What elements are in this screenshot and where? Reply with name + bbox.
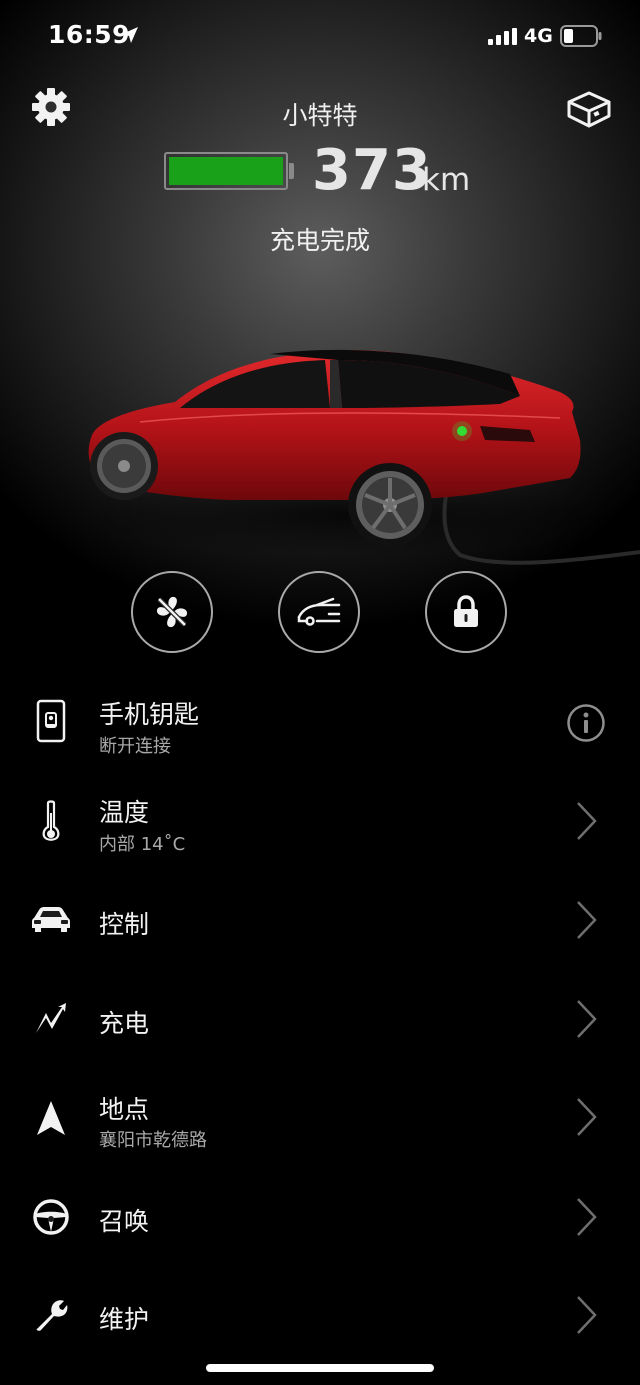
menu-row-climate[interactable]: 温度 内部 14˚C: [0, 790, 640, 880]
climate-title: 温度: [99, 798, 150, 827]
range-unit: km: [422, 162, 471, 198]
wrench-icon: [28, 1292, 74, 1338]
battery-level-bar: [164, 152, 288, 190]
summon-title: 召唤: [99, 1207, 150, 1236]
trunk-button[interactable]: [278, 571, 360, 653]
chevron-right-icon: [577, 1000, 597, 1038]
chevron-right-icon: [577, 802, 597, 840]
thermometer-icon: [28, 798, 74, 844]
menu-row-charging[interactable]: 充电: [0, 974, 640, 1064]
charging-title: 充电: [99, 1009, 150, 1038]
menu-row-location[interactable]: 地点 襄阳市乾德路: [0, 1088, 640, 1178]
menu-row-summon[interactable]: 召唤: [0, 1172, 640, 1262]
location-services-icon: [122, 27, 138, 43]
battery-terminal: [289, 163, 294, 179]
car-image: [80, 349, 640, 565]
steering-wheel-icon: [28, 1194, 74, 1240]
service-title: 维护: [99, 1305, 150, 1334]
navigation-arrow-icon: [28, 1095, 74, 1141]
phone-key-title: 手机钥匙: [99, 700, 200, 729]
fan-icon: [156, 596, 188, 628]
chevron-right-icon: [577, 1098, 597, 1136]
lock-icon: [454, 595, 478, 627]
home-indicator[interactable]: [206, 1364, 434, 1372]
climate-fan-button[interactable]: [131, 571, 213, 653]
bolt-icon: [28, 996, 74, 1042]
chevron-right-icon: [577, 1198, 597, 1236]
network-type: 4G: [524, 25, 553, 47]
menu-row-service[interactable]: 维护: [0, 1270, 640, 1360]
info-icon[interactable]: [566, 703, 606, 743]
phone-battery-icon: [560, 25, 602, 47]
phone-key-subtitle: 断开连接: [99, 736, 171, 757]
lock-button[interactable]: [425, 571, 507, 653]
charge-status: 充电完成: [269, 226, 370, 255]
climate-subtitle: 内部 14˚C: [99, 834, 186, 855]
menu-row-phone-key[interactable]: 手机钥匙 断开连接: [0, 690, 640, 780]
controls-title: 控制: [99, 910, 150, 939]
phone-key-icon: [28, 698, 74, 744]
menu-row-controls[interactable]: 控制: [0, 875, 640, 965]
trunk-icon: [297, 597, 341, 626]
cellular-signal-icon: [488, 28, 517, 45]
car-icon: [28, 896, 74, 942]
location-title: 地点: [99, 1095, 150, 1124]
battery-fill: [169, 157, 283, 185]
chevron-right-icon: [577, 1296, 597, 1334]
status-time: 16:59: [48, 20, 131, 49]
chevron-right-icon: [577, 901, 597, 939]
car-name: 小特特: [282, 101, 358, 130]
range-value: 373: [312, 138, 432, 203]
location-subtitle: 襄阳市乾德路: [99, 1130, 207, 1151]
